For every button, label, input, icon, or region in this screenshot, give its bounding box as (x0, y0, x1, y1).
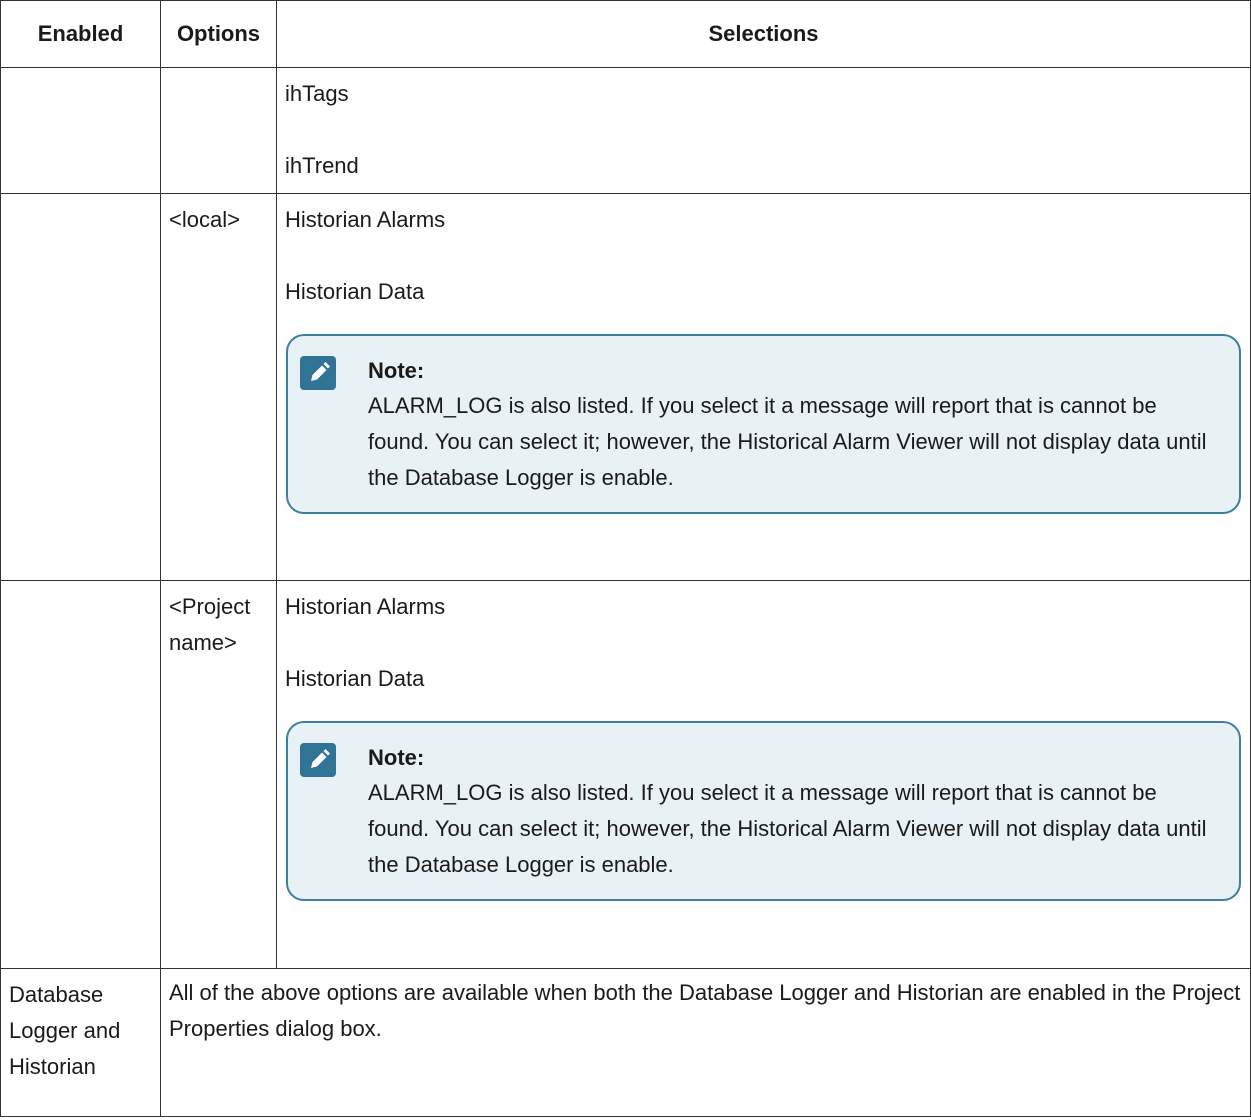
note-callout: Note: ALARM_LOG is also listed. If you s… (286, 721, 1241, 901)
cell-description: All of the above options are available w… (160, 968, 1251, 1117)
pencil-on-clipboard-icon (300, 743, 336, 777)
selection-list: Historian Alarms Historian Data (277, 202, 1250, 310)
cell-option: <Project name> (160, 580, 277, 969)
cell-option: <local> (160, 193, 277, 581)
table-header-row: Enabled Options Selections (0, 0, 1251, 68)
note-title: Note: (368, 745, 425, 770)
selection-item: Historian Data (285, 666, 425, 691)
note-text: ALARM_LOG is also listed. If you select … (368, 393, 1207, 490)
selection-list: ihTags ihTrend (277, 76, 1250, 184)
cell-enabled (0, 193, 161, 581)
header-options: Options (160, 0, 277, 68)
cell-option (160, 67, 277, 194)
document-page: Enabled Options Selections ihTags ihTren… (0, 0, 1251, 1120)
selection-item: ihTags (285, 81, 349, 106)
note-title: Note: (368, 358, 425, 383)
options-table: Enabled Options Selections ihTags ihTren… (0, 0, 1251, 1117)
selection-item: Historian Alarms (285, 594, 446, 619)
selection-item: Historian Alarms (285, 207, 446, 232)
note-text: ALARM_LOG is also listed. If you select … (368, 780, 1207, 877)
pencil-on-clipboard-icon (300, 356, 336, 390)
cell-selections: Historian Alarms Historian Data Note: AL… (276, 580, 1251, 969)
note-callout: Note: ALARM_LOG is also listed. If you s… (286, 334, 1241, 514)
cell-selections: Historian Alarms Historian Data Note: AL… (276, 193, 1251, 581)
selection-item: ihTrend (285, 153, 359, 178)
selection-list: Historian Alarms Historian Data (277, 589, 1250, 697)
table-row: Database Logger and Historian All of the… (0, 968, 1251, 1117)
description-text: All of the above options are available w… (169, 980, 1241, 1041)
table-row: <Project name> Historian Alarms Historia… (0, 580, 1251, 969)
cell-enabled (0, 67, 161, 194)
table-row: <local> Historian Alarms Historian Data (0, 193, 1251, 581)
table-row: ihTags ihTrend (0, 67, 1251, 194)
cell-selections: ihTags ihTrend (276, 67, 1251, 194)
cell-enabled (0, 580, 161, 969)
header-selections: Selections (276, 0, 1251, 68)
cell-enabled: Database Logger and Historian (0, 968, 161, 1117)
selection-item: Historian Data (285, 279, 425, 304)
header-enabled: Enabled (0, 0, 161, 68)
